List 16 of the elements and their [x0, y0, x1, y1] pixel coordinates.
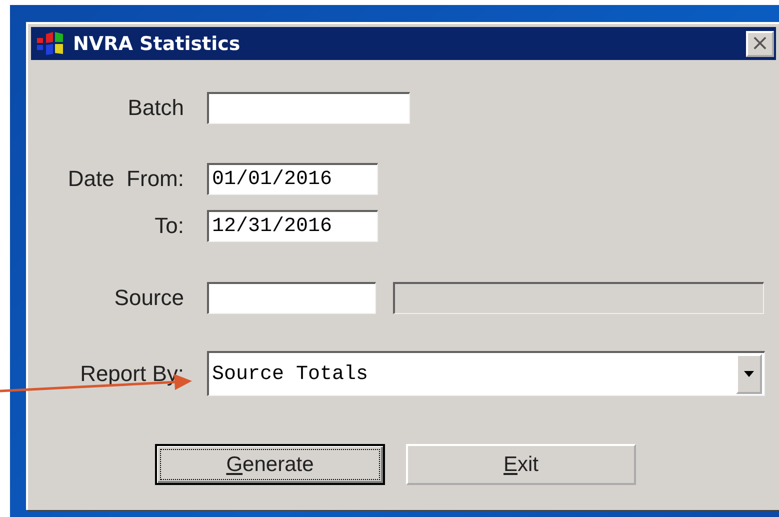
field-label: To:: [154, 213, 184, 239]
input-field[interactable]: [207, 92, 410, 124]
caret-down-icon: [744, 371, 754, 377]
field-label: Batch: [126, 95, 184, 121]
dropdown-field[interactable]: Source Totals: [207, 351, 765, 396]
input-field[interactable]: 12/31/2016: [207, 210, 378, 242]
dropdown-value: Source Totals: [212, 362, 370, 388]
generate-button[interactable]: Generate: [155, 444, 385, 485]
dropdown-button[interactable]: [736, 354, 762, 394]
exit-button[interactable]: Exit: [406, 444, 636, 485]
close-button[interactable]: ×: [746, 30, 774, 56]
field-label: Source: [113, 285, 184, 311]
window-title: NVRA Statistics: [73, 32, 240, 54]
field-label: Date From:: [66, 166, 184, 192]
input-field[interactable]: [207, 282, 376, 314]
input-field[interactable]: 01/01/2016: [207, 163, 378, 195]
